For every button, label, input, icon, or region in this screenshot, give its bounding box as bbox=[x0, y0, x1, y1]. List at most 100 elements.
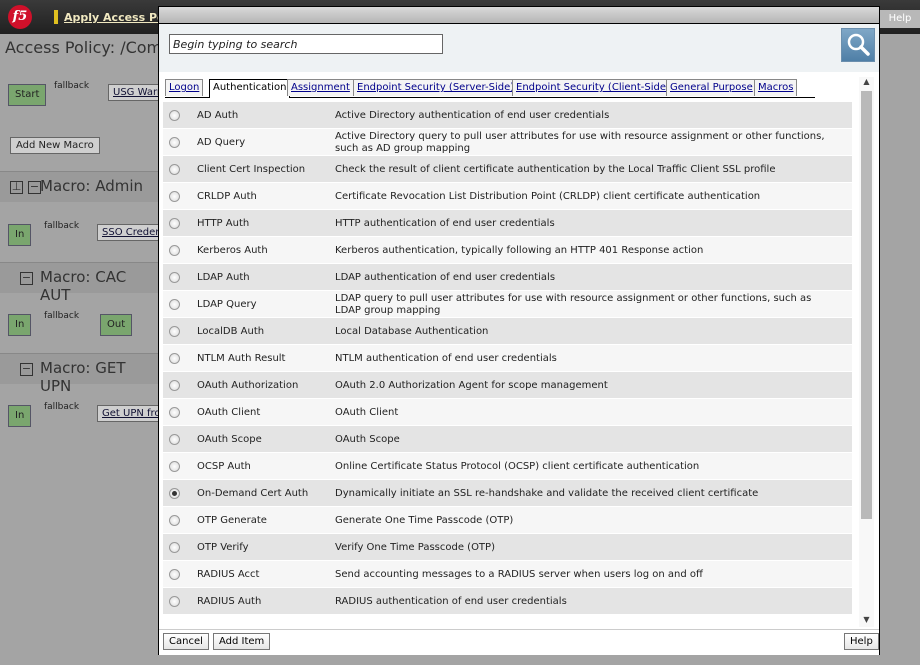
list-item[interactable]: OAuth Client OAuth Client bbox=[163, 399, 852, 426]
fallback-label: fallback bbox=[44, 311, 80, 321]
item-description: Online Certificate Status Protocol (OCSP… bbox=[335, 461, 700, 472]
fallback-label: fallback bbox=[54, 81, 90, 91]
item-description: OAuth Scope bbox=[335, 434, 400, 445]
macro-title: Macro: CAC AUT bbox=[40, 268, 127, 304]
item-name: LDAP Query bbox=[197, 299, 257, 310]
item-name: LocalDB Auth bbox=[197, 326, 265, 337]
tab-assignment[interactable]: Assignment bbox=[287, 79, 354, 96]
macro-tree-icon: ⊥ bbox=[10, 180, 23, 194]
category-tabs: Logon Authentication Assignment Endpoint… bbox=[165, 79, 815, 98]
list-item[interactable]: RADIUS Acct Send accounting messages to a… bbox=[163, 561, 852, 588]
item-radio[interactable] bbox=[169, 137, 180, 148]
item-radio[interactable] bbox=[169, 353, 180, 364]
tab-endpoint-client[interactable]: Endpoint Security (Client-Side) bbox=[512, 79, 674, 96]
item-radio[interactable] bbox=[169, 299, 180, 310]
list-item[interactable]: RADIUS Auth RADIUS authentication of end … bbox=[163, 588, 852, 615]
collapse-icon[interactable]: − bbox=[20, 363, 33, 376]
list-item[interactable]: AD Auth Active Directory authentication o… bbox=[163, 102, 852, 129]
tab-authentication[interactable]: Authentication bbox=[209, 79, 291, 98]
item-radio[interactable] bbox=[169, 461, 180, 472]
list-item[interactable]: OAuth Authorization OAuth 2.0 Authorizati… bbox=[163, 372, 852, 399]
search-input[interactable] bbox=[169, 34, 443, 54]
out-node[interactable]: Out bbox=[100, 314, 133, 336]
list-item[interactable]: LDAP Query LDAP query to pull user attrib… bbox=[163, 291, 852, 318]
item-description: HTTP authentication of end user credenti… bbox=[335, 218, 555, 229]
sso-credential-link[interactable]: SSO Creden bbox=[97, 224, 167, 241]
list-item[interactable]: Kerberos Auth Kerberos authentication, ty… bbox=[163, 237, 852, 264]
page-title: Access Policy: /Comm bbox=[5, 38, 178, 57]
item-radio[interactable] bbox=[169, 407, 180, 418]
help-button[interactable]: Help bbox=[844, 633, 879, 650]
item-radio[interactable] bbox=[169, 191, 180, 202]
search-area bbox=[159, 24, 879, 72]
item-name: On-Demand Cert Auth bbox=[197, 488, 309, 499]
list-item[interactable]: OTP Generate Generate One Time Passcode (… bbox=[163, 507, 852, 534]
item-description: OAuth Client bbox=[335, 407, 399, 418]
item-description: Check the result of client certificate a… bbox=[335, 164, 776, 175]
item-radio[interactable] bbox=[169, 488, 180, 499]
item-name: OAuth Scope bbox=[197, 434, 262, 445]
notification-marker bbox=[54, 10, 58, 24]
item-radio[interactable] bbox=[169, 164, 180, 175]
tab-macros[interactable]: Macros bbox=[754, 79, 798, 96]
item-description: Verify One Time Passcode (OTP) bbox=[335, 542, 495, 553]
scroll-thumb[interactable] bbox=[861, 91, 872, 519]
list-item[interactable]: LDAP Auth LDAP authentication of end user… bbox=[163, 264, 852, 291]
item-name: Kerberos Auth bbox=[197, 245, 268, 256]
scroll-down-icon[interactable]: ▼ bbox=[859, 615, 874, 627]
start-node[interactable]: Start bbox=[8, 84, 47, 106]
macro-header-cac: − Macro: CAC AUT bbox=[0, 262, 160, 304]
item-radio[interactable] bbox=[169, 110, 180, 121]
item-radio[interactable] bbox=[169, 596, 180, 607]
item-radio[interactable] bbox=[169, 542, 180, 553]
fallback-label: fallback bbox=[44, 221, 80, 231]
list-item[interactable]: CRLDP Auth Certificate Revocation List Di… bbox=[163, 183, 852, 210]
item-name: RADIUS Acct bbox=[197, 569, 260, 580]
list-item[interactable]: OCSP Auth Online Certificate Status Proto… bbox=[163, 453, 852, 480]
item-list: AD Auth Active Directory authentication o… bbox=[163, 102, 853, 627]
list-item[interactable]: LocalDB Auth Local Database Authenticatio… bbox=[163, 318, 852, 345]
list-item[interactable]: OAuth Scope OAuth Scope bbox=[163, 426, 852, 453]
item-name: OTP Generate bbox=[197, 515, 267, 526]
item-name: CRLDP Auth bbox=[197, 191, 257, 202]
in-node[interactable]: In bbox=[8, 314, 32, 336]
list-scrollbar[interactable]: ▲ ▼ bbox=[859, 77, 874, 627]
item-radio[interactable] bbox=[169, 515, 180, 526]
list-item[interactable]: NTLM Auth Result NTLM authentication of e… bbox=[163, 345, 852, 372]
item-description: Dynamically initiate an SSL re-handshake… bbox=[335, 488, 759, 499]
item-radio[interactable] bbox=[169, 569, 180, 580]
list-item[interactable]: AD Query Active Directory query to pull u… bbox=[163, 129, 852, 156]
item-description: Generate One Time Passcode (OTP) bbox=[335, 515, 514, 526]
item-radio[interactable] bbox=[169, 326, 180, 337]
item-radio[interactable] bbox=[169, 218, 180, 229]
list-item[interactable]: HTTP Auth HTTP authentication of end user… bbox=[163, 210, 852, 237]
list-item[interactable]: Client Cert Inspection Check the result o… bbox=[163, 156, 852, 183]
item-name: RADIUS Auth bbox=[197, 596, 262, 607]
item-radio[interactable] bbox=[169, 434, 180, 445]
f5-logo: f5 bbox=[8, 5, 32, 29]
help-button-top[interactable]: Help bbox=[880, 10, 920, 28]
list-item[interactable]: OTP Verify Verify One Time Passcode (OTP) bbox=[163, 534, 852, 561]
item-radio[interactable] bbox=[169, 272, 180, 283]
item-name: NTLM Auth Result bbox=[197, 353, 286, 364]
dialog-titlebar[interactable] bbox=[159, 7, 879, 24]
in-node[interactable]: In bbox=[8, 224, 32, 246]
item-radio[interactable] bbox=[169, 245, 180, 256]
list-item[interactable]: On-Demand Cert Auth Dynamically initiate … bbox=[163, 480, 852, 507]
search-button[interactable] bbox=[841, 28, 875, 62]
collapse-icon[interactable]: − bbox=[20, 272, 33, 285]
tab-endpoint-server[interactable]: Endpoint Security (Server-Side) bbox=[353, 79, 519, 96]
scroll-up-icon[interactable]: ▲ bbox=[859, 77, 874, 89]
cancel-button[interactable]: Cancel bbox=[163, 633, 209, 650]
item-name: OTP Verify bbox=[197, 542, 249, 553]
add-item-button[interactable]: Add Item bbox=[213, 633, 271, 650]
tab-logon[interactable]: Logon bbox=[165, 79, 204, 96]
item-description: OAuth 2.0 Authorization Agent for scope … bbox=[335, 380, 608, 391]
macro-title: Macro: GET UPN bbox=[40, 359, 126, 395]
add-new-macro-button[interactable]: Add New Macro bbox=[10, 137, 100, 154]
dialog-footer: Cancel Add Item Help bbox=[159, 629, 879, 655]
in-node[interactable]: In bbox=[8, 405, 32, 427]
item-name: Client Cert Inspection bbox=[197, 164, 306, 175]
tab-general-purpose[interactable]: General Purpose bbox=[666, 79, 757, 96]
item-radio[interactable] bbox=[169, 380, 180, 391]
